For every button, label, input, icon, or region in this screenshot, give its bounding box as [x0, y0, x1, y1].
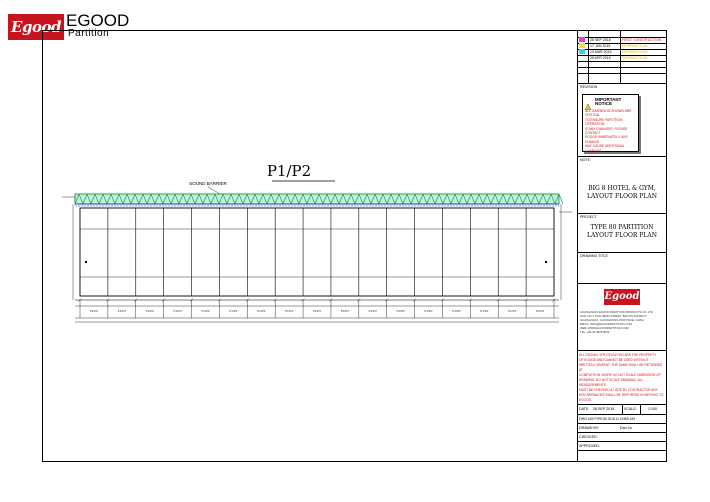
client-title: BIG 8 HOTEL & GYM, LAYOUT FLOOR PLAN [587, 185, 657, 200]
panel-tag: P1/P2 [480, 309, 489, 313]
panel-tag: P1/P2 [341, 309, 350, 313]
copyright-notice: ALL DESIGN, SPECIFICATION ARE THE PROPER… [579, 353, 664, 402]
panel-tag: P1/P2 [118, 309, 127, 313]
revision-label: REVISION [580, 85, 598, 89]
dimension-labels: P1/P2 P1/P2 P1/P2 P1/P2 P1/P2 P1/P2 P1/P2 P1/P2… [90, 309, 545, 313]
panel-tag: P1/P2 [229, 309, 238, 313]
panel-tag: P1/P2 [397, 309, 406, 313]
panel-tag: P1/P2 [508, 309, 517, 313]
project-title: TYPE 80 PARTITION LAYOUT FLOOR PLAN [587, 224, 657, 239]
drawn-by-label: DRAWN BY: [579, 426, 600, 430]
date-value: 28 SEP 2018 [593, 407, 615, 411]
warning-icon [584, 97, 592, 111]
drawing-title: P1/P2 [267, 162, 311, 180]
sound-barrier-label: SOUND BARRIER [189, 181, 227, 186]
project-label: PROJECT [580, 215, 597, 219]
revision-note-4: REVISED PLAN [622, 56, 648, 60]
floor-plan-drawing: P1/P2 SOUND BARRIER — — — — — — P1/P2P1/… [62, 162, 572, 323]
note-label: NOTE [580, 158, 590, 162]
drawing-title-label: DRAWING TITLE [580, 254, 608, 258]
company-logo: Egood [604, 289, 640, 305]
checked-label: CHECKED: [579, 435, 598, 439]
approved-label: APPROVED: [579, 444, 600, 448]
truss-member [558, 193, 564, 205]
revision-table: 28 SEP 2018 FIRST CONSTRUCTION 17 JAN 20… [578, 31, 666, 83]
panel-tag: P1/P2 [173, 309, 182, 313]
drawn-by-value: Dan Xu [620, 426, 632, 430]
panel-tag: P1/P2 [369, 309, 378, 313]
panel-tag: P1/P2 [257, 309, 266, 313]
drawing-number-label: DRG NO: [579, 417, 595, 421]
panel-tag: P1/P2 [424, 309, 433, 313]
partition-panels [79, 207, 555, 297]
revision-date-4: 28 APR 2019 [590, 56, 611, 60]
panel-tag: P1/P2 [313, 309, 322, 313]
panel-dividers [107, 208, 527, 296]
panel-tag: P1/P2 [452, 309, 461, 313]
scale-label: SCALE: [624, 407, 637, 411]
panel-tag: P1/P2 [201, 309, 210, 313]
panel-tag: P1/P2 [146, 309, 155, 313]
important-notice-box: IMPORTANT NOTICE ALL DIMENSION SHOWN ARE… [582, 94, 639, 153]
panel-tag: P1/P2 [90, 309, 99, 313]
important-notice-text: ALL DIMENSION SHOWN ARE CRITICAL TO ENSU… [585, 109, 632, 153]
panel-tag: P1/P2 [536, 309, 545, 313]
company-address: GUANGZHOU EGOOD PARTITION PRODUCTS CO.,L… [580, 310, 653, 334]
important-notice-title: IMPORTANT NOTICE [595, 97, 622, 106]
drawing-number-value: TYPE 80 2018 11 CHIMI 433 [594, 417, 636, 421]
date-label: DATE: [579, 407, 590, 411]
panel-tag: P1/P2 [285, 309, 294, 313]
scale-value: 1:100 [648, 407, 657, 411]
